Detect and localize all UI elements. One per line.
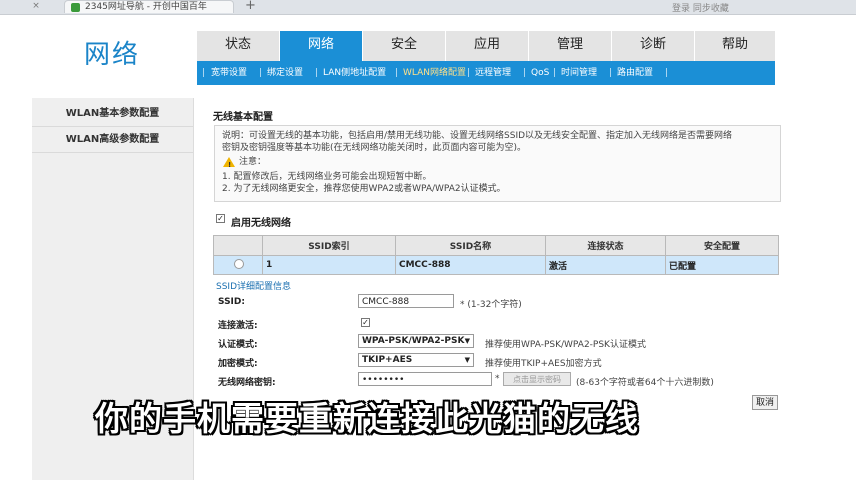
ssid-label: SSID: (218, 297, 245, 307)
section-title: 无线基本配置 (213, 112, 273, 123)
info-box: 说明：可设置无线的基本功能，包括启用/禁用无线功能、设置无线网络SSID以及无线… (214, 125, 781, 202)
browser-user-info[interactable]: 登录 同步收藏 (672, 1, 729, 14)
notice-title: 注意： (239, 157, 267, 167)
subnav-routing[interactable]: 路由配置 (617, 61, 653, 85)
table-row[interactable]: 1 CMCC-888 激活 已配置 (213, 255, 779, 275)
info-line-1: 说明：可设置无线的基本功能，包括启用/禁用无线功能、设置无线网络SSID以及无线… (222, 131, 733, 141)
show-password-button[interactable]: 点击显示密码 (503, 372, 571, 386)
col-ssid-index: SSID索引 (262, 235, 396, 256)
tab-title: 2345网址导航 - 开创中国百年 (85, 2, 207, 12)
wireless-key-label: 无线网络密钥: (218, 378, 276, 388)
subnav-lan-address[interactable]: LAN侧地址配置 (323, 61, 386, 85)
tab-diagnostics[interactable]: 诊断 (612, 31, 695, 61)
auth-mode-hint: 推荐使用WPA-PSK/WPA2-PSK认证模式 (485, 340, 646, 350)
chevron-down-icon: ▼ (464, 337, 470, 345)
subnav-broadband[interactable]: 宽带设置 (211, 61, 247, 85)
tab-security[interactable]: 安全 (363, 31, 446, 61)
subnav-binding[interactable]: 绑定设置 (267, 61, 303, 85)
ssid-detail-title: SSID详细配置信息 (216, 282, 292, 292)
encryption-mode-select[interactable]: TKIP+AES ▼ (358, 353, 474, 367)
wireless-key-hint: (8-63个字符或者64个十六进制数) (576, 378, 714, 388)
tab-management[interactable]: 管理 (529, 31, 612, 61)
info-line-2: 密钥及密钥强度等基本功能(在无线网络功能关闭时，此页面内容可能为空)。 (222, 143, 527, 153)
sidebar-item-wlan-basic[interactable]: WLAN基本参数配置 (32, 102, 193, 127)
col-connection-status: 连接状态 (545, 235, 666, 256)
encryption-mode-hint: 推荐使用TKIP+AES加密方式 (485, 359, 602, 369)
tab-network[interactable]: 网络 (280, 31, 363, 61)
tab-status[interactable]: 状态 (197, 31, 280, 61)
row-select-radio[interactable] (234, 258, 244, 269)
auth-mode-label: 认证模式: (218, 340, 258, 350)
tab-help[interactable]: 帮助 (695, 31, 776, 61)
ssid-input[interactable]: CMCC-888 (358, 294, 454, 308)
chevron-down-icon: ▼ (464, 356, 470, 364)
cell-connection-status: 激活 (545, 255, 666, 275)
col-security-config: 安全配置 (665, 235, 779, 256)
subnav-qos[interactable]: QoS (531, 61, 549, 85)
notice-line-1: 1. 配置修改后，无线网络业务可能会出现短暂中断。 (222, 172, 432, 182)
cancel-button[interactable]: 取消 (752, 395, 778, 410)
cell-ssid-index: 1 (262, 255, 396, 275)
new-tab-button[interactable]: + (245, 0, 256, 13)
encryption-mode-value: TKIP+AES (362, 355, 413, 365)
browser-tab[interactable]: 2345网址导航 - 开创中国百年 (64, 0, 234, 13)
wireless-key-required-mark: * (495, 374, 500, 384)
connection-active-checkbox[interactable]: ✓ (361, 318, 370, 327)
enable-wireless-label: 启用无线网络 (231, 218, 291, 229)
subnav-time-management[interactable]: 时间管理 (561, 61, 597, 85)
video-subtitle: 你的手机需要重新连接此光猫的无线 (95, 399, 639, 438)
col-ssid-name: SSID名称 (395, 235, 546, 256)
ssid-hint: * (1-32个字符) (460, 300, 522, 310)
tab-applications[interactable]: 应用 (446, 31, 529, 61)
cell-ssid-name: CMCC-888 (395, 255, 546, 275)
table-header-row: SSID索引 SSID名称 连接状态 安全配置 (213, 235, 779, 256)
sidebar-item-wlan-advanced[interactable]: WLAN高级参数配置 (32, 128, 193, 153)
cell-security-config: 已配置 (665, 255, 779, 275)
connection-active-label: 连接激活: (218, 321, 258, 331)
main-tabs: 状态 网络 安全 应用 管理 诊断 帮助 (197, 31, 776, 61)
site-favicon-icon (71, 3, 80, 12)
ssid-table: SSID索引 SSID名称 连接状态 安全配置 1 CMCC-888 激活 已配… (213, 235, 779, 275)
notice-line-2: 2. 为了无线网络更安全，推荐您使用WPA2或者WPA/WPA2认证模式。 (222, 184, 506, 194)
page-brand-title: 网络 (84, 40, 141, 70)
subnav-remote-management[interactable]: 远程管理 (475, 61, 511, 85)
wireless-key-input[interactable]: •••••••• (358, 372, 492, 386)
sub-navigation: | 宽带设置 | 绑定设置 | LAN侧地址配置 | WLAN网络配置 | 远程… (197, 61, 775, 85)
encryption-mode-label: 加密模式: (218, 359, 258, 369)
subnav-wlan-config[interactable]: WLAN网络配置 (403, 61, 466, 85)
auth-mode-value: WPA-PSK/WPA2-PSK (362, 336, 465, 346)
enable-wireless-checkbox[interactable]: ✓ (216, 214, 225, 223)
close-tab-icon[interactable]: × (30, 0, 42, 12)
auth-mode-select[interactable]: WPA-PSK/WPA2-PSK ▼ (358, 334, 474, 348)
